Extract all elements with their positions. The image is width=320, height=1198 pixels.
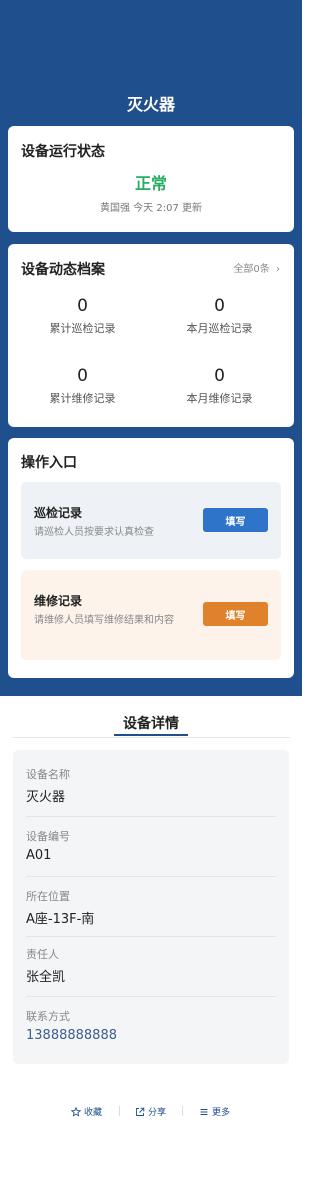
stat-month-repair[interactable]: 0 本月维修记录 <box>148 366 291 406</box>
field-value: A座-13F-南 <box>26 912 95 927</box>
phone-link[interactable]: 13888888888 <box>26 1028 276 1043</box>
field-value: 灭火器 <box>26 790 66 805</box>
menu-icon <box>200 1108 208 1115</box>
operations-card-title: 操作入口 <box>21 455 77 471</box>
archive-card-title: 设备动态档案 <box>21 262 105 278</box>
share-label: 分享 <box>148 1108 167 1118</box>
field-owner: 责任人 张全凯 <box>26 946 276 985</box>
stat-value: 0 <box>214 296 225 316</box>
field-value: A01 <box>26 848 52 863</box>
all-records-label: 全部0条 <box>233 264 270 275</box>
divider <box>26 936 276 937</box>
chevron-right-icon: › <box>276 264 280 275</box>
more-button[interactable]: 更多 <box>199 1105 230 1118</box>
status-card-title: 设备运行状态 <box>21 144 105 160</box>
status-value: 正常 <box>134 174 167 193</box>
footer-divider <box>182 1106 183 1116</box>
divider <box>26 996 276 997</box>
all-records-link[interactable]: 全部0条 › <box>233 260 280 275</box>
stat-label: 本月巡检记录 <box>186 322 253 335</box>
repair-fill-button[interactable]: 填写 <box>203 602 268 626</box>
star-icon <box>71 1106 81 1117</box>
stat-label: 累计维修记录 <box>49 392 116 405</box>
archive-card: 设备动态档案 全部0条 › 0 累计巡检记录 0 本月巡检记录 0 累计维修记录… <box>8 244 294 427</box>
favorite-label: 收藏 <box>84 1108 103 1118</box>
device-details-card: 设备名称 灭火器 设备编号 A01 所在位置 A座-13F-南 责任人 张全凯 … <box>13 750 289 1064</box>
repair-desc: 请维修人员填写维修结果和内容 <box>34 615 174 626</box>
stat-value: 0 <box>77 366 88 386</box>
stat-label: 本月维修记录 <box>186 392 253 405</box>
favorite-button[interactable]: 收藏 <box>71 1105 102 1118</box>
stat-month-inspection[interactable]: 0 本月巡检记录 <box>148 296 291 336</box>
stat-value: 0 <box>77 296 88 316</box>
field-location: 所在位置 A座-13F-南 <box>26 888 276 927</box>
inspection-desc: 请巡检人员按要求认真检查 <box>34 527 154 538</box>
tab-divider <box>12 737 290 738</box>
field-label: 所在位置 <box>26 890 70 903</box>
share-button[interactable]: 分享 <box>135 1105 166 1118</box>
inspection-title: 巡检记录 <box>34 506 83 520</box>
more-label: 更多 <box>212 1108 231 1118</box>
stat-label: 累计巡检记录 <box>49 322 116 335</box>
inspection-fill-button[interactable]: 填写 <box>203 508 268 532</box>
field-label: 责任人 <box>26 948 59 961</box>
tab-device-details[interactable]: 设备详情 <box>114 713 188 733</box>
footer-divider <box>119 1106 120 1116</box>
field-device-name: 设备名称 灭火器 <box>26 766 276 805</box>
field-device-code: 设备编号 A01 <box>26 828 276 863</box>
field-label: 设备编号 <box>26 830 70 843</box>
stat-total-inspection[interactable]: 0 累计巡检记录 <box>11 296 154 336</box>
field-value: 张全凯 <box>26 970 66 985</box>
page-title: 灭火器 <box>126 95 175 114</box>
status-meta: 黄国强 今天 2:07 更新 <box>100 203 202 214</box>
inspection-entry[interactable]: 巡检记录 请巡检人员按要求认真检查 填写 <box>21 482 281 559</box>
stat-value: 0 <box>214 366 225 386</box>
field-label: 设备名称 <box>26 768 70 781</box>
status-card: 设备运行状态 正常 黄国强 今天 2:07 更新 <box>8 126 294 232</box>
share-icon <box>136 1107 145 1116</box>
tab-active-indicator <box>114 734 188 736</box>
repair-title: 维修记录 <box>34 594 83 608</box>
field-contact: 联系方式 13888888888 <box>26 1008 276 1043</box>
stat-total-repair[interactable]: 0 累计维修记录 <box>11 366 154 406</box>
field-label: 联系方式 <box>26 1010 70 1023</box>
repair-entry[interactable]: 维修记录 请维修人员填写维修结果和内容 填写 <box>21 570 281 660</box>
divider <box>26 876 276 877</box>
operations-card: 操作入口 巡检记录 请巡检人员按要求认真检查 填写 维修记录 请维修人员填写维修… <box>8 438 294 678</box>
divider <box>26 816 276 817</box>
